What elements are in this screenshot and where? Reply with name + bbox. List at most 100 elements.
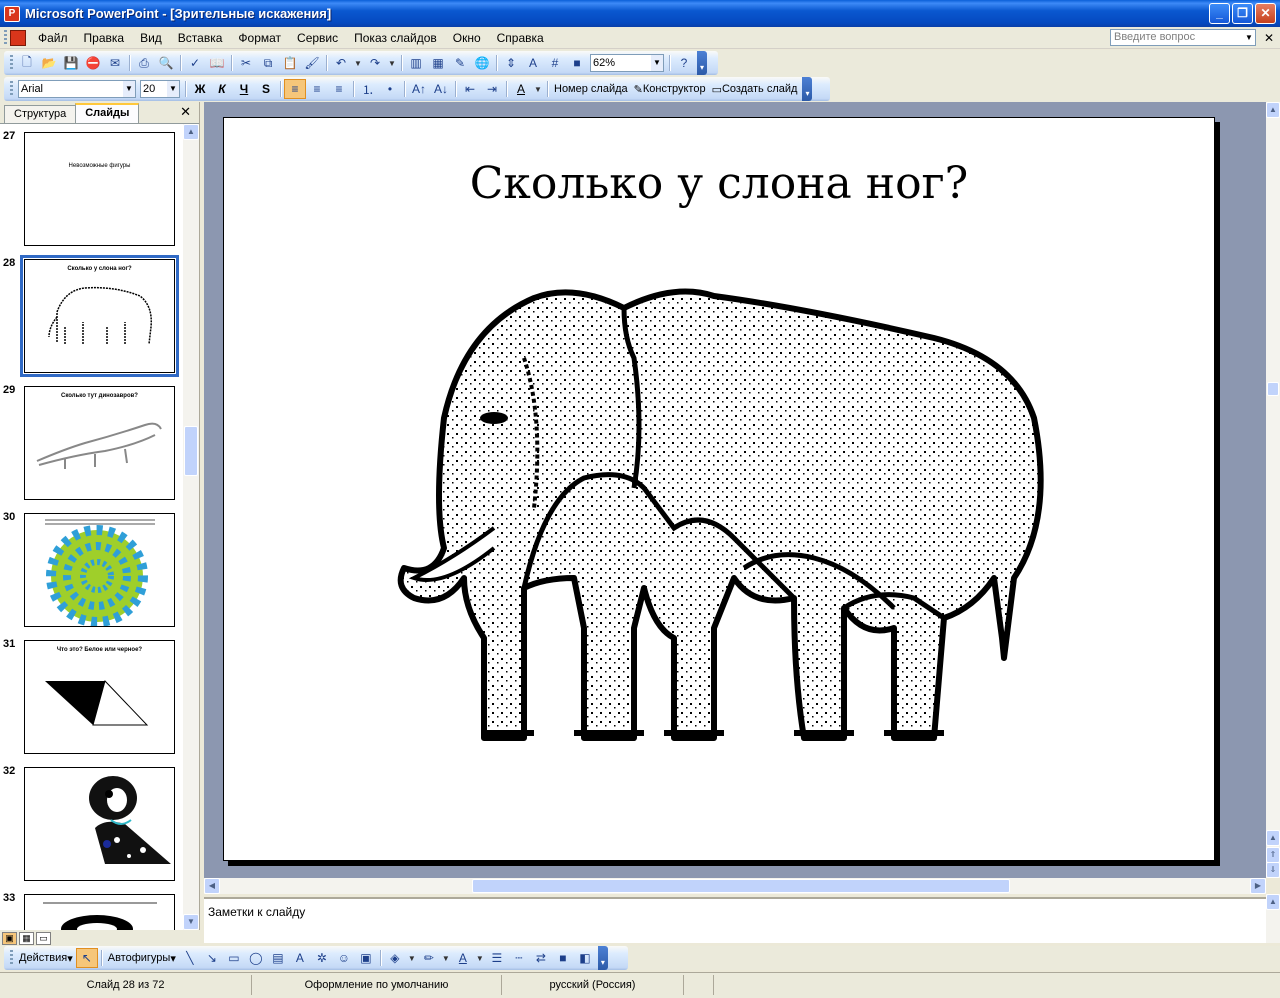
scroll-thumb[interactable] [472,879,1010,893]
previous-slide-icon[interactable]: ⇑ [1266,847,1280,863]
chevron-down-icon[interactable]: ▼ [406,948,418,968]
elephant-illustration[interactable] [374,278,1064,748]
textbox-icon[interactable]: ▤ [267,948,289,968]
table-icon[interactable]: ▦ [427,53,449,73]
underline-button[interactable]: Ч [233,79,255,99]
status-design[interactable]: Оформление по умолчанию [252,975,502,995]
research-icon[interactable]: 📖 [206,53,228,73]
menu-help[interactable]: Справка [489,29,552,47]
scroll-thumb[interactable] [1267,382,1279,396]
grid-icon[interactable]: # [544,53,566,73]
menu-view[interactable]: Вид [132,29,170,47]
chevron-down-icon[interactable]: ▼ [651,55,663,71]
slide-thumbnail[interactable]: Сколько тут динозавров? [24,386,175,500]
increase-indent-icon[interactable]: ⇥ [481,79,503,99]
notes-pane[interactable]: Заметки к слайду [204,897,1266,943]
menu-tools[interactable]: Сервис [289,29,346,47]
open-icon[interactable]: 📂 [38,53,60,73]
scroll-down-icon[interactable]: ▲ [1266,830,1280,846]
save-icon[interactable]: 💾 [60,53,82,73]
italic-button[interactable]: К [211,79,233,99]
scroll-up-icon[interactable]: ▲ [183,124,199,140]
diagram-icon[interactable]: ✲ [311,948,333,968]
slide-number-button[interactable]: Номер слайда [551,79,631,99]
slide-title[interactable]: Сколько у слона ног? [224,158,1214,209]
document-close-icon[interactable]: ✕ [1264,31,1274,45]
bullets-icon[interactable]: • [379,79,401,99]
chevron-down-icon[interactable]: ▼ [123,81,135,97]
chevron-down-icon[interactable]: ▼ [352,53,364,73]
scroll-down-icon[interactable]: ▼ [183,914,199,930]
menu-file[interactable]: Файл [30,29,76,47]
wordart-icon[interactable]: A [289,948,311,968]
toolbar-options-icon[interactable]: ▾ [802,77,813,101]
slide-thumbnail[interactable]: Что это? Белое или черное? [24,640,175,754]
scroll-left-icon[interactable]: ◀ [204,878,220,894]
chevron-down-icon[interactable]: ▼ [1243,30,1255,45]
slide[interactable]: Сколько у слона ног? [223,117,1215,861]
copy-icon[interactable]: ⧉ [257,53,279,73]
permission-icon[interactable]: ⛔ [82,53,104,73]
font-size-select[interactable]: 20 ▼ [140,80,180,98]
print-icon[interactable]: ⎙ [133,53,155,73]
line-style-icon[interactable]: ☰ [486,948,508,968]
panel-scrollbar[interactable]: ▲ ▼ [183,124,199,930]
select-pointer-icon[interactable]: ↖ [75,948,98,968]
slide-thumbnail[interactable]: Невозможные фигуры [24,132,175,246]
shadow-button[interactable]: S [255,79,277,99]
toolbar-options-icon[interactable]: ▾ [697,51,707,75]
actions-menu[interactable]: Действия ▾ [16,948,76,968]
redo-icon[interactable]: ↷ [364,53,386,73]
toolbar-grip[interactable] [10,81,13,97]
scroll-up-icon[interactable]: ▲ [1266,102,1280,118]
menu-format[interactable]: Формат [230,29,289,47]
spelling-icon[interactable]: ✓ [184,53,206,73]
align-center-icon[interactable]: ≡ [306,79,328,99]
line-icon[interactable]: ╲ [179,948,201,968]
toolbar-options-icon[interactable]: ▾ [597,946,608,970]
scroll-right-icon[interactable]: ▶ [1250,878,1266,894]
maximize-button[interactable]: ❐ [1232,3,1253,24]
color-grayscale-icon[interactable]: ■ [566,53,588,73]
menu-window[interactable]: Окно [445,29,489,47]
new-icon[interactable]: 🗋 [16,53,38,73]
minimize-button[interactable]: _ [1209,3,1230,24]
menu-slideshow[interactable]: Показ слайдов [346,29,445,47]
cut-icon[interactable]: ✂ [235,53,257,73]
document-icon[interactable] [10,29,26,46]
menu-edit[interactable]: Правка [76,29,133,47]
expand-all-icon[interactable]: ⇕ [500,53,522,73]
new-slide-button[interactable]: ▭ Создать слайд [709,79,801,99]
slide-sorter-icon[interactable]: ▦ [19,931,34,945]
format-painter-icon[interactable]: 🖌 [301,53,323,73]
chevron-down-icon[interactable]: ▼ [386,53,398,73]
toolbar-grip[interactable] [10,55,13,71]
fill-color-icon[interactable]: ◈ [384,948,406,968]
arrow-style-icon[interactable]: ⇄ [530,948,552,968]
help-icon[interactable]: ? [673,53,695,73]
next-slide-icon[interactable]: ⇓ [1266,862,1280,878]
line-color-icon[interactable]: ✏ [418,948,440,968]
align-right-icon[interactable]: ≡ [328,79,350,99]
slide-thumbnail[interactable] [24,894,175,930]
decrease-font-icon[interactable]: A↓ [430,79,452,99]
arrow-icon[interactable]: ↘ [201,948,223,968]
email-icon[interactable]: ✉ [104,53,126,73]
notes-scrollbar[interactable]: ▲ [1266,894,1280,943]
font-color-icon[interactable]: A [510,79,532,99]
toolbar-grip[interactable] [4,29,7,46]
clipart-icon[interactable]: ☺ [333,948,355,968]
close-button[interactable]: ✕ [1255,3,1276,24]
scroll-thumb[interactable] [184,426,198,476]
zoom-select[interactable]: 62% ▼ [590,54,664,72]
designer-button[interactable]: ✎ Конструктор [631,79,709,99]
decrease-indent-icon[interactable]: ⇤ [459,79,481,99]
paste-icon[interactable]: 📋 [279,53,301,73]
autoshapes-menu[interactable]: Автофигуры ▾ [105,948,179,968]
scroll-up-icon[interactable]: ▲ [1266,894,1280,910]
font-select[interactable]: Arial ▼ [18,80,136,98]
tab-slides[interactable]: Слайды [75,103,140,123]
help-search-input[interactable]: Введите вопрос ▼ [1110,29,1256,46]
show-formatting-icon[interactable]: A [522,53,544,73]
powerpoint-icon[interactable]: P [4,5,20,22]
